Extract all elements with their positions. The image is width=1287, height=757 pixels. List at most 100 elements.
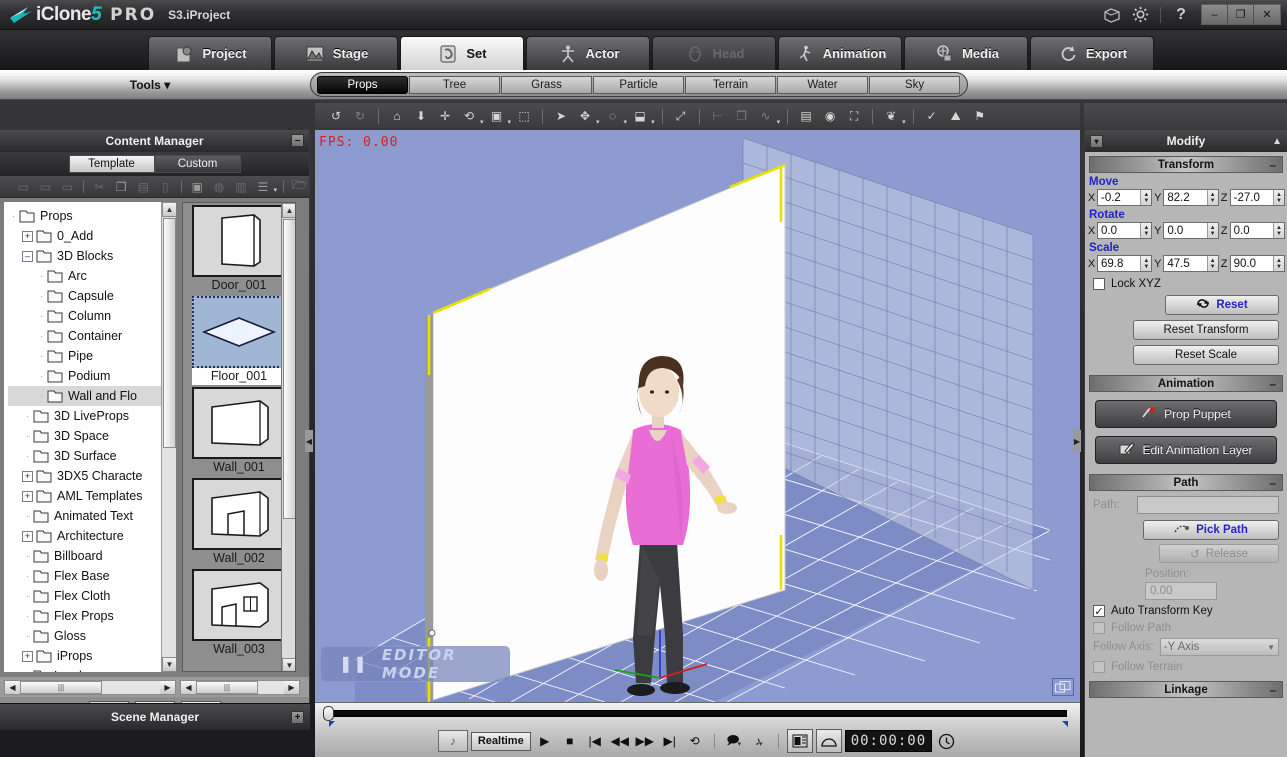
expand-icon[interactable]: + — [22, 490, 33, 502]
collapse-icon[interactable]: – — [1269, 476, 1276, 490]
left-panel-splitter[interactable]: ◀ — [305, 430, 313, 452]
scroll-right-icon[interactable]: ▶ — [160, 680, 175, 694]
realtime-button[interactable]: Realtime — [470, 731, 531, 751]
drop-to-floor-icon[interactable]: ⬇ — [410, 106, 432, 126]
tree-item-props[interactable]: · Props — [8, 206, 176, 226]
clock-icon[interactable] — [935, 731, 957, 751]
terrain-icon[interactable]: ⛰ — [945, 106, 967, 126]
scale-icon[interactable]: ▣ — [486, 106, 508, 126]
tab-export[interactable]: Export — [1030, 36, 1154, 70]
wall-window-thumb[interactable] — [191, 569, 287, 641]
collapse-icon[interactable]: – — [1269, 683, 1276, 697]
auto-transform-key-row[interactable]: ✓ Auto Transform Key — [1085, 600, 1287, 618]
section-path[interactable]: Path – — [1089, 474, 1283, 491]
gear-icon[interactable] — [1126, 3, 1154, 27]
expand-icon[interactable]: + — [22, 530, 33, 542]
scroll-up-icon[interactable]: ▲ — [162, 202, 176, 217]
move-icon[interactable]: ✛ — [434, 106, 456, 126]
render-icon[interactable]: ◉ — [819, 106, 841, 126]
subtab-terrain[interactable]: Terrain — [685, 75, 776, 94]
tree-item-capsule[interactable]: · Capsule — [8, 286, 176, 306]
select-bounds-icon[interactable]: ⬚ — [513, 106, 535, 126]
lock-xyz-row[interactable]: Lock XYZ — [1085, 273, 1287, 290]
spinner-arrows[interactable]: ▲ ▼ — [1140, 223, 1152, 238]
reset-button[interactable]: Reset — [1165, 295, 1279, 315]
tree-item-iprops[interactable]: + iProps — [8, 646, 176, 666]
spinner-arrows[interactable]: ▲ ▼ — [1272, 190, 1284, 205]
zoom-region-icon[interactable]: ⬓ — [629, 106, 651, 126]
timeline-track[interactable] — [327, 710, 1067, 717]
scroll-up-icon[interactable]: ▲ — [282, 203, 295, 218]
open-external-icon[interactable]: 🗁 — [290, 178, 309, 195]
chevron-down-icon[interactable]: ▾ — [273, 186, 277, 194]
pick-icon[interactable]: ➤ — [550, 106, 572, 126]
section-linkage[interactable]: Linkage – — [1089, 681, 1283, 698]
collapse-button[interactable]: – — [291, 134, 304, 147]
chevron-down-icon[interactable]: ▾ — [480, 118, 484, 126]
tab-animation[interactable]: Animation — [778, 36, 902, 70]
scroll-left-icon[interactable]: ◀ — [5, 680, 20, 694]
section-animation[interactable]: Animation – — [1089, 375, 1283, 392]
wall-thumb[interactable] — [191, 387, 287, 459]
tree-item-flex-base[interactable]: · Flex Base — [8, 566, 176, 586]
move-x-input[interactable]: -0.2 ▲ ▼ — [1097, 189, 1153, 206]
first-frame-button[interactable]: |◀ — [584, 731, 606, 751]
help-icon[interactable]: ? — [1167, 3, 1195, 27]
tree-item-3d-liveprops[interactable]: · 3D LiveProps — [8, 406, 176, 426]
thumbnail-wall_001[interactable]: Wall_001 — [191, 387, 287, 476]
chevron-down-icon[interactable]: ▾ — [508, 118, 512, 126]
tree-item-architecture[interactable]: + Architecture — [8, 526, 176, 546]
expand-icon[interactable]: + — [22, 650, 33, 662]
tab-media[interactable]: Media — [904, 36, 1028, 70]
rotate-x-input[interactable]: 0.0 ▲ ▼ — [1097, 222, 1153, 239]
thumbnail-scrollbar[interactable]: ▲ ▼ — [281, 203, 295, 671]
collapse-icon[interactable]: – — [22, 250, 33, 262]
thumbnail-wall_002[interactable]: Wall_002 — [191, 478, 287, 567]
leaf-icon[interactable]: ❦ — [880, 106, 902, 126]
scroll-thumb[interactable]: ||| — [196, 680, 258, 694]
section-transform[interactable]: Transform – — [1089, 156, 1283, 173]
chevron-down-icon[interactable]: ▾ — [651, 118, 655, 126]
minimize-button[interactable]: – — [1202, 5, 1228, 24]
wall-door-thumb[interactable] — [191, 478, 287, 550]
subtab-grass[interactable]: Grass — [501, 75, 592, 94]
rotate-z-input[interactable]: 0.0 ▲ ▼ — [1229, 222, 1285, 239]
key-icon[interactable]: ✓ — [921, 106, 943, 126]
thumbnail-wall_003[interactable]: Wall_003 — [191, 569, 287, 658]
scroll-down-icon[interactable]: ▼ — [162, 657, 176, 672]
thumbnail-floor_001[interactable]: Floor_001 — [191, 296, 287, 385]
tree-item-podium[interactable]: · Podium — [8, 366, 176, 386]
expand-icon[interactable]: + — [22, 230, 33, 242]
collapse-icon[interactable]: – — [1269, 158, 1276, 172]
scroll-thumb[interactable] — [283, 219, 295, 519]
save-icon[interactable]: ▣ — [188, 178, 207, 195]
tree-item-aml-templates[interactable]: + AML Templates — [8, 486, 176, 506]
copy-icon[interactable]: ❐ — [112, 178, 131, 195]
path-input[interactable] — [1137, 496, 1279, 514]
chevron-down-icon[interactable]: ▾ — [624, 118, 628, 126]
expand-button[interactable]: + — [291, 710, 304, 724]
scroll-thumb[interactable]: ||| — [20, 680, 102, 694]
right-panel-splitter[interactable]: ▶ — [1073, 430, 1081, 452]
tree-item-flex-cloth[interactable]: · Flex Cloth — [8, 586, 176, 606]
subtab-tree[interactable]: Tree — [409, 75, 500, 94]
collapse-icon[interactable]: – — [1269, 377, 1276, 391]
rotate-y-input[interactable]: 0.0 ▲ ▼ — [1163, 222, 1219, 239]
viewport-layout-icon[interactable] — [1052, 678, 1074, 696]
scroll-left-icon[interactable]: ◀ — [181, 680, 196, 694]
prev-frame-button[interactable]: ◀◀ — [609, 731, 631, 751]
speech-icon[interactable]: 🗩 ▾ — [723, 731, 745, 751]
tree-item-container[interactable]: · Container — [8, 326, 176, 346]
plugin-icon[interactable] — [1098, 3, 1126, 27]
fit-view-icon[interactable]: ⤢ — [670, 106, 692, 126]
tree-item-0-add[interactable]: +0_Add — [8, 226, 176, 246]
tree-item-gloss[interactable]: · Gloss — [8, 626, 176, 646]
thumb-hscrollbar[interactable]: ◀ ||| ▶ — [180, 679, 300, 695]
note-icon[interactable]: ♪ ▾ — [748, 731, 770, 751]
spinner-arrows[interactable]: ▲ ▼ — [1206, 223, 1218, 238]
maximize-button[interactable]: ❐ — [1228, 5, 1254, 24]
thumbnail-door_001[interactable]: Door_001 — [191, 205, 287, 294]
scale-y-input[interactable]: 47.5 ▲ ▼ — [1163, 255, 1219, 272]
close-button[interactable]: ✕ — [1254, 5, 1280, 24]
panel-menu-button[interactable]: ▾ — [1090, 134, 1103, 148]
